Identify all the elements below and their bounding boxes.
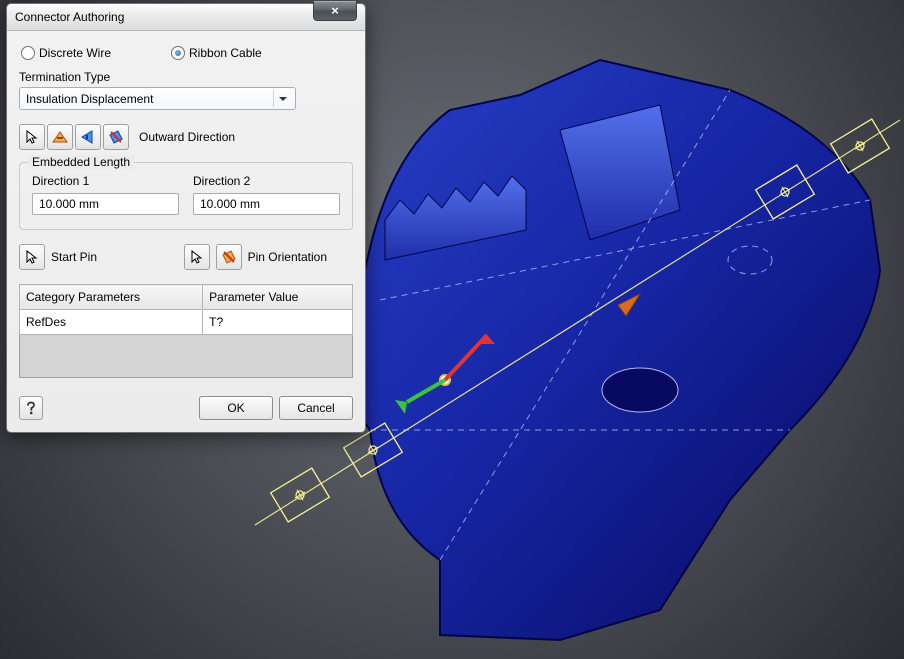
chevron-down-icon [273,90,291,107]
pin-orientation-label: Pin Orientation [248,249,327,265]
table-header-category: Category Parameters [20,285,203,310]
start-pin-label: Start Pin [51,249,97,265]
connector-authoring-dialog: Connector Authoring × Discrete Wire Ribb… [6,3,366,433]
discrete-wire-radio[interactable]: Discrete Wire [21,45,111,61]
ribbon-cable-label: Ribbon Cable [189,45,262,61]
param-key: RefDes [20,310,203,335]
parameters-table[interactable]: Category Parameters Parameter Value RefD… [19,284,353,378]
discrete-wire-label: Discrete Wire [39,45,111,61]
orient-y-icon [80,129,96,145]
cursor-icon [25,250,39,264]
orient-z-icon [108,129,124,145]
cancel-label: Cancel [297,401,334,415]
close-button[interactable]: × [313,1,357,21]
help-button[interactable] [19,396,43,420]
dialog-footer: OK Cancel [19,396,353,420]
radio-icon [21,46,35,60]
orient-x-icon [52,129,68,145]
ok-label: OK [227,401,244,415]
orient-y-button[interactable] [75,124,101,150]
outward-direction-label: Outward Direction [139,129,235,145]
direction2-input[interactable] [193,193,340,215]
direction2-label: Direction 2 [193,173,340,189]
close-icon: × [331,4,339,17]
cursor-icon [190,250,204,264]
radio-icon [171,46,185,60]
table-filler [20,335,353,378]
select-tool-button[interactable] [19,124,45,150]
embedded-length-group: Embedded Length Direction 1 Direction 2 [19,162,353,230]
pin-row: Start Pin Pin Orientation [19,244,353,270]
direction1-label: Direction 1 [32,173,179,189]
outward-direction-row: Outward Direction [19,124,353,150]
embedded-length-legend: Embedded Length [28,155,134,169]
pin-arrow-icon [221,249,237,265]
pin-orientation-flip-button[interactable] [216,244,242,270]
dialog-body: Discrete Wire Ribbon Cable Termination T… [7,31,365,432]
table-header-value: Parameter Value [203,285,353,310]
titlebar[interactable]: Connector Authoring × [7,4,365,31]
cancel-button[interactable]: Cancel [279,396,353,420]
ok-button[interactable]: OK [199,396,273,420]
start-pin-select-button[interactable] [19,244,45,270]
cursor-icon [25,130,39,144]
orient-z-button[interactable] [103,124,129,150]
dialog-title: Connector Authoring [15,10,357,24]
termination-type-value: Insulation Displacement [26,92,273,106]
table-header-row: Category Parameters Parameter Value [20,285,353,310]
connector-type-row: Discrete Wire Ribbon Cable [19,41,353,69]
orient-x-button[interactable] [47,124,73,150]
pin-orientation-select-button[interactable] [184,244,210,270]
termination-type-combo[interactable]: Insulation Displacement [19,87,296,110]
table-row[interactable]: RefDes T? [20,310,353,335]
help-icon [24,401,38,415]
ribbon-cable-radio[interactable]: Ribbon Cable [171,45,262,61]
direction1-input[interactable] [32,193,179,215]
termination-type-label: Termination Type [19,69,353,85]
param-value[interactable]: T? [203,310,353,335]
